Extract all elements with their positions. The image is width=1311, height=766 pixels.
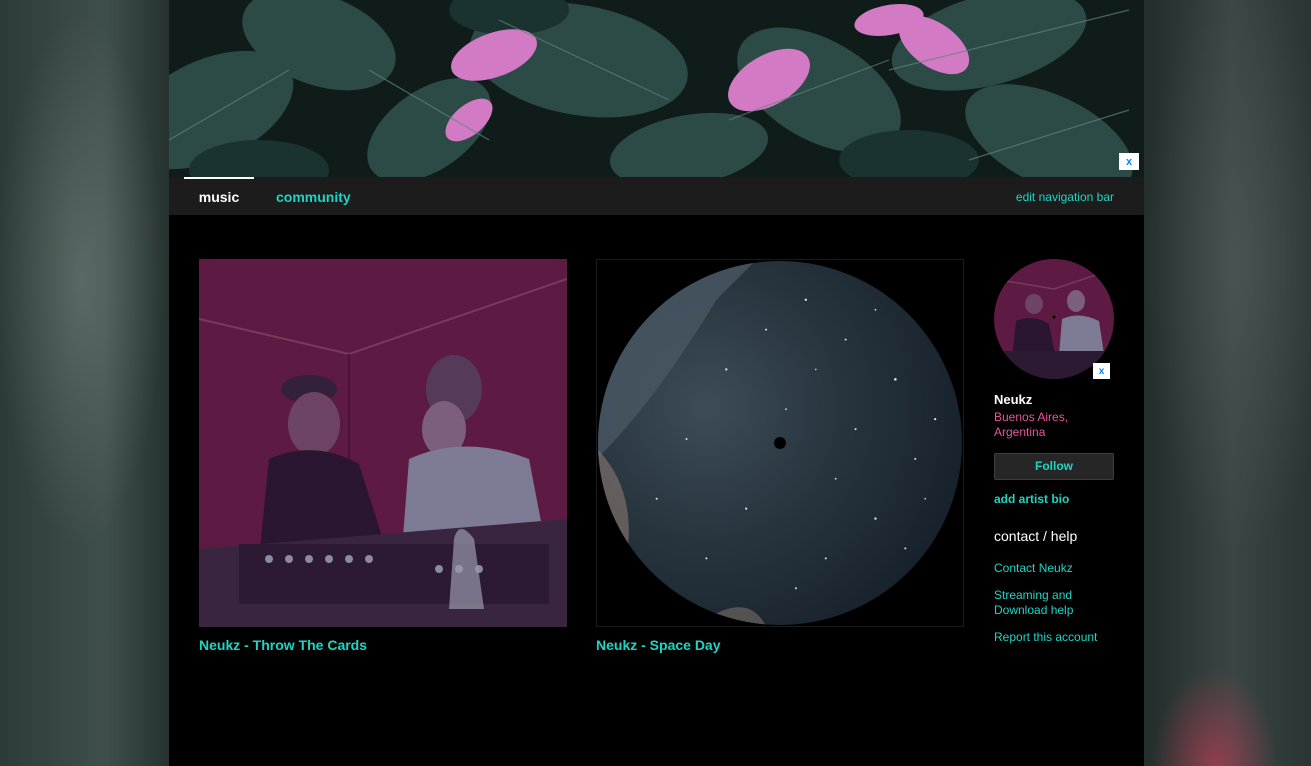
navigation-bar: music community edit navigation bar [169, 177, 1144, 215]
artist-location: Buenos Aires, Argentina [994, 410, 1069, 439]
header-image: x [169, 0, 1144, 177]
header-close-button[interactable]: x [1119, 153, 1139, 170]
avatar-container: x [994, 259, 1114, 379]
contact-artist-link[interactable]: Contact Neukz [994, 561, 1119, 576]
album-card: Neukz - Space Day [596, 259, 964, 653]
edit-navigation-bar-link[interactable]: edit navigation bar [1016, 177, 1114, 217]
album-card: Neukz - Throw The Cards [199, 259, 567, 653]
album-title-link[interactable]: Neukz - Space Day [596, 637, 964, 653]
contact-help-heading: contact / help [994, 528, 1078, 544]
report-account-link[interactable]: Report this account [994, 630, 1119, 645]
avatar-close-button[interactable]: x [1093, 363, 1110, 379]
album-title-link[interactable]: Neukz - Throw The Cards [199, 637, 567, 653]
artist-name: Neukz [994, 392, 1033, 407]
page-container: x music community edit navigation bar Ne… [169, 0, 1144, 766]
streaming-download-help-link[interactable]: Streaming and Download help [994, 588, 1084, 618]
avatar[interactable] [994, 259, 1114, 379]
follow-button[interactable]: Follow [994, 453, 1114, 480]
album-cover-image[interactable] [596, 259, 964, 627]
artist-sidebar: x Neukz Buenos Aires, Argentina Follow a… [994, 259, 1119, 645]
tab-community[interactable]: community [276, 177, 351, 215]
album-cover-image[interactable] [199, 259, 567, 627]
tab-music[interactable]: music [184, 177, 254, 217]
add-artist-bio-link[interactable]: add artist bio [994, 492, 1119, 506]
